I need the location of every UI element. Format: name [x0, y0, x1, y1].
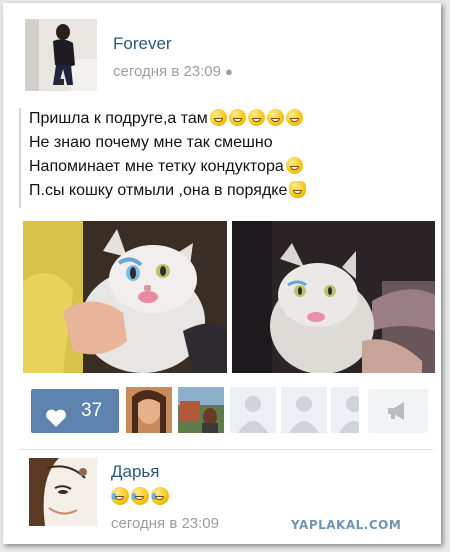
post-line-3: Напоминает мне тетку кондуктора [29, 155, 306, 179]
crying-laughing-face-emoji [111, 487, 129, 505]
post-time-text: сегодня в 23:09 [113, 63, 221, 80]
quote-bar [19, 108, 21, 208]
comment-timestamp[interactable]: сегодня в 23:09 [111, 515, 219, 532]
comment-text [111, 487, 171, 507]
grinning-face-emoji [228, 109, 246, 126]
liker-avatar-placeholder[interactable] [331, 387, 359, 433]
grinning-face-emoji [266, 109, 284, 126]
post-line-2: Не знаю почему мне так смешно [29, 134, 273, 151]
liker-avatar[interactable] [178, 387, 224, 433]
cat-face-emoji [289, 181, 307, 198]
grinning-face-emoji [285, 157, 303, 174]
post-text: Пришла к подруге,а там Не знаю почему мн… [29, 107, 307, 203]
share-button[interactable] [368, 389, 428, 433]
watermark: YAPLAKAL.COM [291, 518, 402, 532]
liker-avatar[interactable] [126, 387, 172, 433]
grinning-face-emoji [247, 109, 265, 126]
liker-avatar-placeholder[interactable] [230, 387, 276, 433]
author-name[interactable]: Forever [113, 34, 172, 54]
liker-avatar-placeholder[interactable] [281, 387, 327, 433]
author-avatar[interactable] [25, 19, 97, 91]
like-count: 37 [81, 400, 103, 421]
post-line-4: П.сы кошку отмыли ,она в порядке [29, 179, 307, 203]
post-timestamp[interactable]: сегодня в 23:09 ● [113, 63, 233, 80]
crying-laughing-face-emoji [151, 487, 169, 505]
post-photo-2[interactable] [232, 221, 435, 373]
commenter-name[interactable]: Дарья [111, 462, 160, 482]
divider [19, 449, 433, 450]
post-line-1: Пришла к подруге,а там [29, 107, 306, 131]
megaphone-icon [386, 401, 410, 426]
grinning-face-emoji [285, 109, 303, 126]
post-card: Forever сегодня в 23:09 ● Пришла к подруг… [3, 3, 441, 544]
like-button[interactable]: 37 [31, 389, 119, 433]
apple-icon: ● [225, 64, 233, 79]
grinning-face-emoji [209, 109, 227, 126]
commenter-avatar[interactable] [29, 458, 97, 526]
crying-laughing-face-emoji [131, 487, 149, 505]
post-photo-1[interactable] [23, 221, 227, 373]
heart-icon [45, 401, 67, 445]
